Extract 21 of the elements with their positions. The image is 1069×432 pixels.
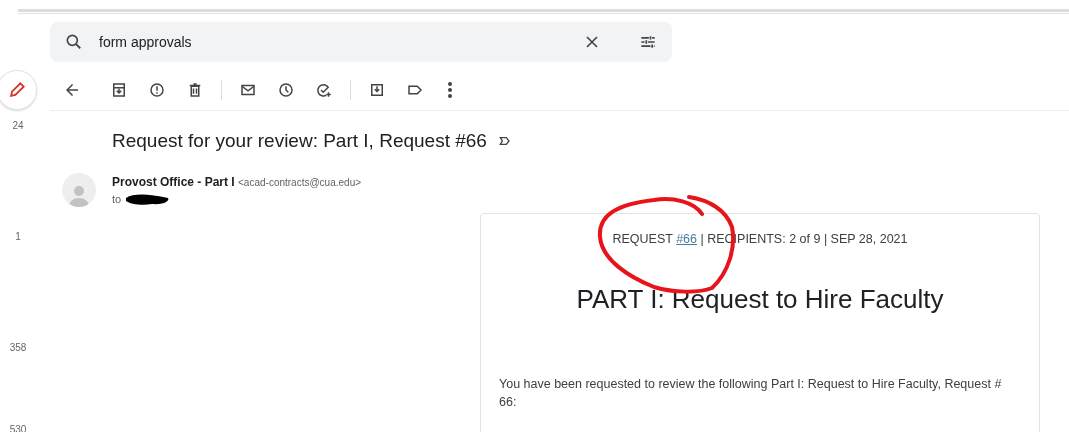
email-subject: Request for your review: Part I, Request #66 [112, 130, 487, 152]
recipient-label: to [112, 193, 122, 205]
unread-count: 358 [8, 342, 28, 354]
avatar-icon [62, 173, 96, 207]
request-link[interactable]: #66 [676, 232, 697, 246]
search-field[interactable]: form approvals [50, 22, 672, 62]
compose-button[interactable] [0, 70, 37, 110]
search-input[interactable]: form approvals [99, 34, 567, 50]
move-to-icon [368, 81, 386, 99]
search-icon [64, 32, 84, 52]
unread-count: 1 [14, 231, 22, 243]
clock-icon [277, 81, 295, 99]
report-spam-icon [148, 81, 166, 99]
redaction-mark [124, 192, 171, 206]
archive-icon [110, 81, 128, 99]
add-task-icon [315, 81, 333, 99]
body-paragraph: You have been requested to review the following Part I: Request to Hire Faculty, Request # 66: [499, 376, 1003, 411]
more-icon[interactable] [448, 82, 452, 98]
unread-count: 24 [11, 120, 25, 132]
sender-name: Provost Office - Part I <acad-contracts@cua.edu> [112, 175, 362, 189]
pencil-icon [7, 80, 27, 100]
